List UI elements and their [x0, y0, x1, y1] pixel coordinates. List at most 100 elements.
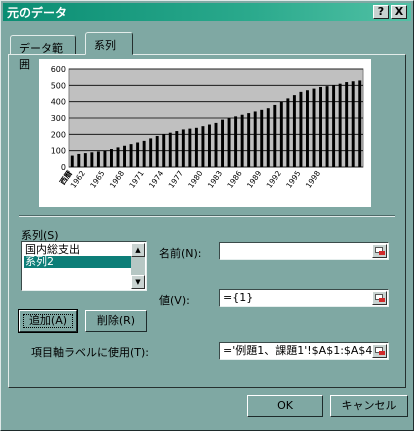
x-tick-label: 1974: [147, 169, 165, 190]
scroll-down-button[interactable]: ▼: [131, 275, 145, 289]
x-tick-label: 1971: [127, 169, 145, 190]
add-series-button[interactable]: 追加(A): [18, 309, 78, 333]
x-tick-label: 1989: [245, 169, 263, 190]
bar: [234, 116, 238, 167]
y-tick-label: 100: [51, 147, 66, 156]
y-tick-label: 200: [51, 130, 66, 139]
window-title: 元のデータ: [7, 6, 68, 20]
category-ref-button[interactable]: [372, 344, 387, 358]
help-button[interactable]: ?: [373, 5, 389, 19]
name-ref-button[interactable]: [372, 244, 387, 258]
x-tick-label: 1977: [167, 169, 185, 190]
value-field-label: 値(V):: [159, 294, 190, 307]
x-tick-label: 1965: [88, 169, 106, 190]
bar: [299, 91, 303, 167]
chart-svg: 0100200300400500600西暦1962 1965 1968 1971 197…: [51, 65, 364, 190]
bar: [181, 129, 185, 167]
bar: [214, 122, 218, 167]
bar: [260, 109, 264, 167]
tab-series[interactable]: 系列: [85, 32, 133, 55]
ok-label: OK: [277, 399, 293, 412]
bar: [273, 104, 277, 167]
value-field[interactable]: ={1}: [219, 289, 389, 307]
bar: [155, 135, 159, 167]
bar: [142, 140, 146, 167]
x-tick-label: 1983: [206, 169, 224, 190]
bar: [83, 153, 87, 167]
tab-data-range[interactable]: データ範囲: [10, 35, 76, 71]
name-field-label: 名前(N):: [159, 247, 202, 260]
scroll-down-icon: ▼: [135, 278, 141, 286]
bar: [201, 126, 205, 167]
x-tick-label: 1986: [225, 169, 243, 190]
bar: [77, 153, 81, 167]
bar: [188, 128, 192, 167]
chart-preview: 0 100 200 300 400 500 600 西暦 1962 1965 1968 1971 197…: [39, 59, 371, 207]
bar: [279, 101, 283, 167]
name-field[interactable]: [219, 242, 389, 260]
source-data-dialog: 元のデータ ? X データ範囲 系列 0 100 200 300 400 500 600 西暦…: [0, 0, 414, 431]
bar: [319, 86, 323, 167]
bar: [305, 90, 309, 167]
title-bar: 元のデータ ? X: [3, 3, 411, 21]
delete-series-button[interactable]: 削除(R): [85, 310, 147, 332]
scroll-up-icon: ▲: [135, 246, 141, 254]
list-item-series-2[interactable]: 系列2: [24, 256, 131, 268]
value-ref-button[interactable]: [372, 291, 387, 305]
bar: [136, 142, 140, 167]
help-icon: ?: [377, 5, 385, 18]
cancel-label: キャンセル: [341, 399, 397, 412]
bar: [358, 80, 362, 167]
y-tick-label: 300: [51, 114, 66, 123]
bar: [253, 111, 257, 167]
bar: [175, 131, 179, 167]
bar: [162, 134, 166, 167]
bar: [266, 108, 270, 167]
divider: [19, 215, 395, 217]
x-tick-label: 1968: [108, 169, 126, 190]
category-field-value: ='例題1、課題1'!$A$1:$A$43: [223, 344, 380, 357]
value-field-value: ={1}: [223, 291, 254, 304]
delete-series-label: 削除(R): [96, 314, 136, 327]
bar: [129, 144, 133, 167]
bar: [123, 145, 127, 167]
bar: [168, 132, 172, 167]
x-tick-label: 1992: [265, 169, 283, 190]
bar: [345, 82, 349, 167]
bar: [221, 119, 225, 167]
y-tick-label: 500: [51, 81, 66, 90]
bar: [96, 151, 100, 167]
ok-button[interactable]: OK: [247, 395, 323, 417]
close-button[interactable]: X: [391, 5, 407, 19]
tab-series-label: 系列: [94, 39, 116, 52]
x-tick-label: 1998: [304, 169, 322, 190]
bar: [240, 114, 244, 167]
series-list-scrollbar[interactable]: ▲ ▼: [131, 243, 145, 289]
bar: [116, 147, 120, 167]
x-tick-label: 1962: [69, 169, 87, 190]
cancel-button[interactable]: キャンセル: [330, 395, 408, 417]
bar: [332, 85, 336, 167]
bar: [292, 95, 296, 167]
category-labels-field[interactable]: ='例題1、課題1'!$A$1:$A$43: [219, 342, 389, 360]
close-icon: X: [394, 5, 404, 18]
x-tick-label: 1980: [186, 169, 204, 190]
series-listbox[interactable]: 国内総支出 系列2 ▲ ▼: [21, 241, 147, 291]
bar: [103, 150, 107, 167]
bar: [325, 86, 329, 167]
add-series-label: 追加(A): [28, 314, 68, 327]
bar: [149, 138, 153, 167]
bar: [338, 83, 342, 167]
x-tick-label: 1995: [284, 169, 302, 190]
bar: [247, 113, 251, 167]
scroll-up-button[interactable]: ▲: [131, 243, 145, 257]
bar: [312, 88, 316, 167]
y-tick-label: 400: [51, 98, 66, 107]
bar: [90, 152, 94, 167]
y-tick-label: 600: [51, 65, 66, 74]
category-field-label: 項目軸ラベルに使用(T):: [31, 346, 150, 359]
bar: [351, 81, 355, 167]
bar: [286, 98, 290, 167]
bar: [227, 118, 231, 167]
bar: [109, 149, 113, 167]
